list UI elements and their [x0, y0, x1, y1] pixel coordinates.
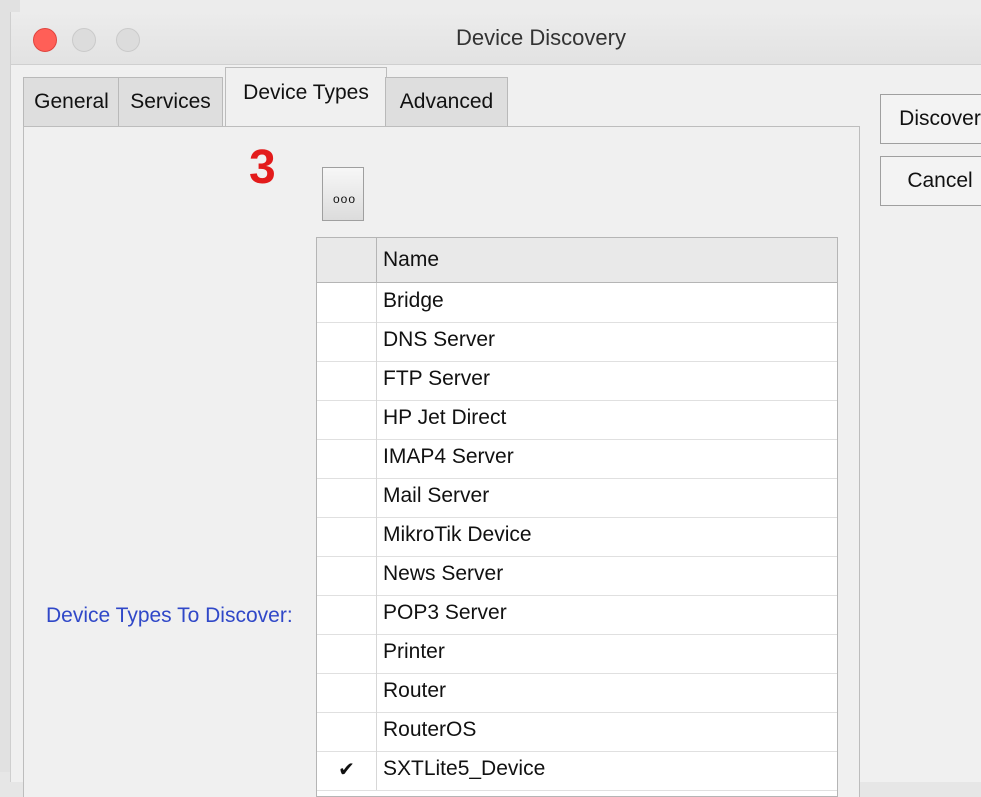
- table-row[interactable]: DNS Server: [317, 322, 837, 362]
- row-checkbox[interactable]: [317, 361, 377, 400]
- row-name: Mail Server: [383, 484, 490, 507]
- row-name: HP Jet Direct: [383, 406, 507, 429]
- table-row[interactable]: IMAP4 Server: [317, 439, 837, 479]
- row-name: RouterOS: [383, 718, 477, 741]
- row-name: Printer: [383, 640, 445, 663]
- row-checkbox[interactable]: [317, 712, 377, 751]
- row-checkbox[interactable]: [317, 478, 377, 517]
- table-row[interactable]: Router: [317, 673, 837, 713]
- table-row[interactable]: Bridge: [317, 283, 837, 323]
- table-row[interactable]: Mail Server: [317, 478, 837, 518]
- row-name: SXTLite5_Device: [383, 757, 546, 780]
- table-row[interactable]: FTP Server: [317, 361, 837, 401]
- table-row[interactable]: HP Jet Direct: [317, 400, 837, 440]
- row-checkbox[interactable]: [317, 634, 377, 673]
- row-name: Router: [383, 679, 447, 702]
- window-title: Device Discovery: [456, 25, 626, 50]
- tab-advanced[interactable]: Advanced: [385, 77, 508, 126]
- row-checkbox[interactable]: [317, 517, 377, 556]
- row-checkbox[interactable]: [317, 556, 377, 595]
- top-frame: [0, 0, 981, 12]
- step-number-annotation: 3: [249, 141, 276, 194]
- row-checkbox[interactable]: [317, 439, 377, 478]
- table-row[interactable]: Printer: [317, 634, 837, 674]
- device-discovery-window: Device Discovery General Services Device…: [10, 12, 981, 797]
- row-name: IMAP4 Server: [383, 445, 514, 468]
- row-checkbox[interactable]: [317, 673, 377, 712]
- header-name-column[interactable]: Name: [383, 248, 439, 272]
- column-menu-button[interactable]: ooo: [322, 167, 364, 221]
- table-row[interactable]: MikroTik Device: [317, 517, 837, 557]
- cancel-button[interactable]: Cancel: [880, 156, 981, 206]
- row-checkbox[interactable]: [317, 283, 377, 322]
- row-checkbox[interactable]: ✔: [317, 751, 377, 790]
- title-bar: Device Discovery: [11, 12, 981, 65]
- row-name: FTP Server: [383, 367, 490, 390]
- discover-button[interactable]: Discover: [880, 94, 981, 144]
- table-row[interactable]: ✔ SXTLite5_Device: [317, 751, 837, 791]
- table-header: Name: [317, 238, 837, 283]
- device-types-table: Name Bridge DNS Server FTP Server HP Jet…: [316, 237, 838, 797]
- row-checkbox[interactable]: [317, 400, 377, 439]
- table-row[interactable]: News Server: [317, 556, 837, 596]
- tab-device-types[interactable]: Device Types: [225, 67, 387, 128]
- row-name: News Server: [383, 562, 504, 585]
- row-name: POP3 Server: [383, 601, 507, 624]
- row-name: MikroTik Device: [383, 523, 532, 546]
- tab-general[interactable]: General: [23, 77, 120, 126]
- row-checkbox[interactable]: [317, 595, 377, 634]
- table-row[interactable]: RouterOS: [317, 712, 837, 752]
- row-checkbox[interactable]: [317, 322, 377, 361]
- row-name: DNS Server: [383, 328, 496, 351]
- column-menu-icon: ooo: [333, 192, 357, 206]
- device-types-label: Device Types To Discover:: [46, 604, 293, 627]
- row-name: Bridge: [383, 289, 444, 312]
- table-row[interactable]: POP3 Server: [317, 595, 837, 635]
- tab-services[interactable]: Services: [118, 77, 223, 126]
- header-check-column[interactable]: [317, 238, 377, 282]
